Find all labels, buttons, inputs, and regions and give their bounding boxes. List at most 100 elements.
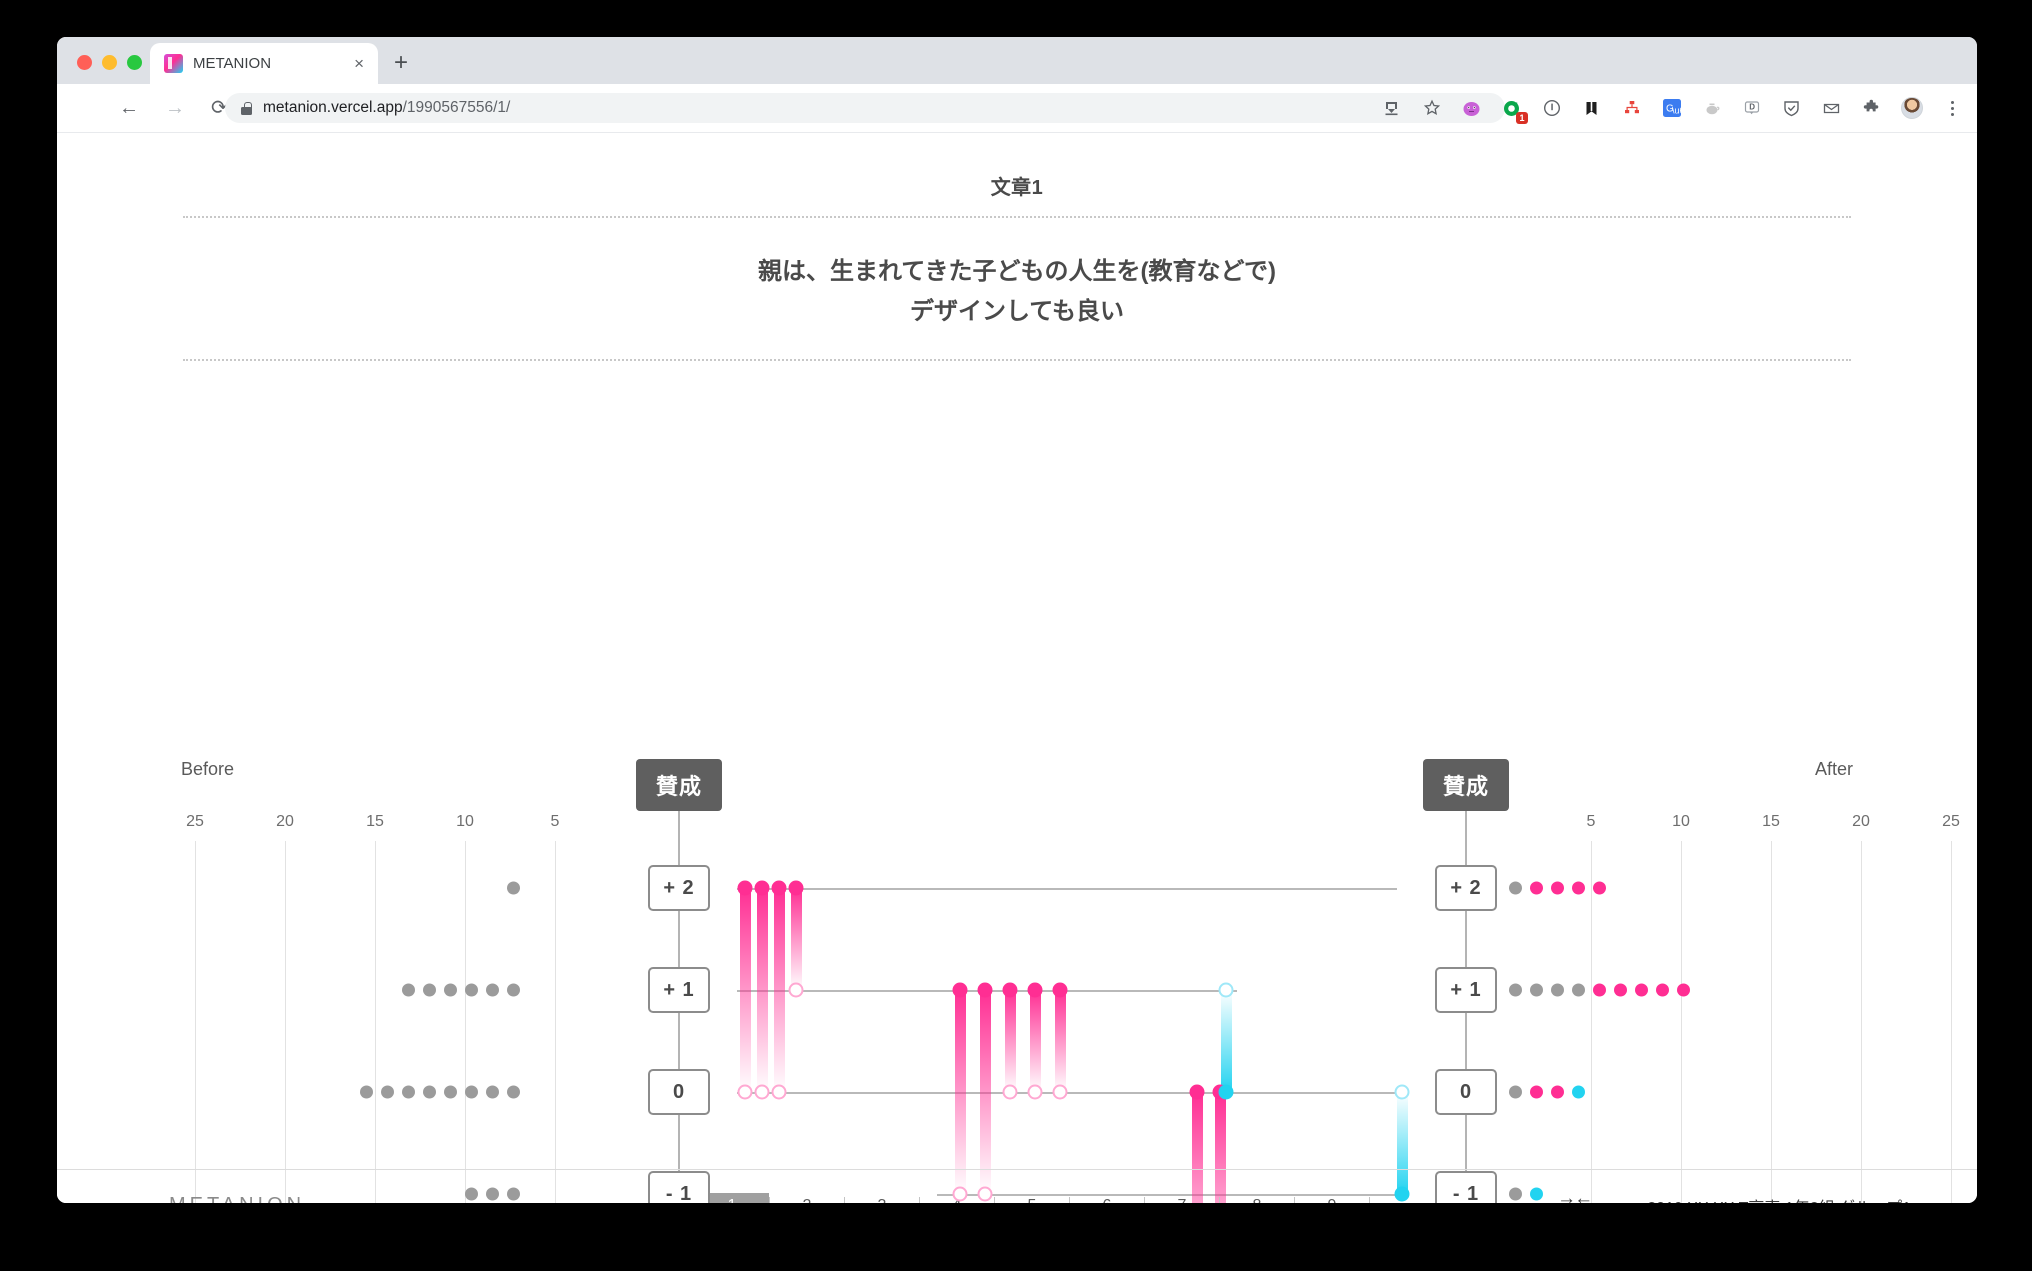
flow-origin [1394,1084,1410,1100]
dot [507,881,520,895]
dot [1551,1085,1564,1099]
dot [360,1085,373,1099]
gridline [375,841,376,1203]
puzzle-extension-icon[interactable] [1861,98,1882,119]
download-icon[interactable] [1381,98,1402,119]
right-level-zero: 0 [1435,1069,1497,1116]
opinion-shift-chart: Before After 25 20 15 10 5 5 10 15 20 25 [57,361,1977,1203]
page-button-3[interactable]: 3 [845,1193,919,1204]
left-level-zero: 0 [648,1069,710,1116]
axis-tick-right-20: 20 [1852,813,1870,831]
dot [381,1085,394,1099]
gridline [195,841,196,1203]
flow-endpoint [1027,982,1043,998]
page-button-8[interactable]: 8 [1220,1193,1294,1204]
close-button[interactable]: →← CLOSE [1553,1189,1595,1204]
pagination: 1 2 3 4 5 6 7 8 9 [695,1192,1370,1204]
browser-tab[interactable]: METANION × [150,43,378,84]
dot [1551,881,1564,895]
left-level-plus2: + 2 [648,865,710,912]
info-circle-icon[interactable] [1541,98,1562,119]
sitemap-icon[interactable] [1621,98,1642,119]
page-button-5[interactable]: 5 [995,1193,1069,1204]
dot [1635,983,1648,997]
dot [1593,881,1606,895]
flow-origin [1218,982,1234,998]
right-level-plus1: + 1 [1435,967,1497,1014]
flow-origin [977,1186,993,1202]
address-bar[interactable]: metanion.vercel.app/1990567556/1/ [225,93,1505,123]
footer-meta: 2019.XX.XX T高専 1年2組 グループ1 [1647,1194,1911,1204]
close-icon[interactable]: × [350,53,368,74]
before-dots-plus2 [507,881,520,895]
page-button-9[interactable]: 9 [1295,1193,1369,1204]
bookmark-star-icon[interactable] [1421,98,1442,119]
kebab-menu-icon[interactable] [1942,98,1963,119]
dot [1572,881,1585,895]
flow-ribbon-up [791,888,802,991]
page-button-6[interactable]: 6 [1070,1193,1144,1204]
statement-text: 親は、生まれてきた子どもの人生を(教育などで) デザインしても良い [57,252,1977,331]
flow-origin [754,1084,770,1100]
new-tab-button[interactable]: + [394,51,408,75]
right-cap-agree: 賛成 [1423,759,1509,812]
shield-check-icon[interactable] [1781,98,1802,119]
google-translate-icon[interactable]: G\u6587 [1661,98,1682,119]
dot [486,983,499,997]
dot [402,983,415,997]
axis-tick-right-10: 10 [1672,813,1690,831]
tab-strip: METANION × + [57,37,1977,84]
left-level-minus1: - 1 [648,1171,710,1203]
left-level-plus1: + 1 [648,967,710,1014]
flow-origin [788,982,804,998]
gridline [555,841,556,1203]
dot [1572,1085,1585,1099]
envelope-icon[interactable] [1821,98,1842,119]
letter-d-icon[interactable]: D [1741,98,1762,119]
back-arrow-icon[interactable]: ← [119,98,139,118]
row-line-zero [737,1092,1407,1095]
dot [1593,983,1606,997]
statement-line-2: デザインしても良い [909,297,1125,325]
flow-origin [771,1084,787,1100]
forward-arrow-icon[interactable]: → [165,98,185,118]
close-window-button[interactable] [77,55,92,70]
flow-origin [1027,1084,1043,1100]
minimize-window-button[interactable] [102,55,117,70]
flow-endpoint [754,880,770,896]
row-line-plus2 [737,888,1397,891]
window-controls [57,55,142,84]
statement-line-1: 親は、生まれてきた子どもの人生を(教育などで) [757,258,1277,285]
green-recorder-icon[interactable]: 1 [1501,98,1528,124]
profile-avatar-icon[interactable] [1901,97,1923,119]
dot [507,1085,520,1099]
dot [423,1085,436,1099]
left-cap-agree: 賛成 [636,759,722,812]
dot [1677,983,1690,997]
black-bookmark-icon[interactable] [1581,98,1602,119]
dot [507,983,520,997]
flow-endpoint [737,880,753,896]
svg-text:\u6587: \u6587 [1672,106,1681,116]
lock-icon [241,101,252,115]
dot [423,983,436,997]
flow-endpoint [1052,982,1068,998]
flow-endpoint [771,880,787,896]
right-level-plus2: + 2 [1435,865,1497,912]
gray-kettle-icon[interactable] [1701,98,1722,119]
maximize-window-button[interactable] [127,55,142,70]
dot [402,1085,415,1099]
before-dots-plus1 [402,983,520,997]
dot [465,1085,478,1099]
dot [444,1085,457,1099]
purple-monster-icon[interactable] [1461,98,1482,119]
page-button-2[interactable]: 2 [770,1193,844,1204]
axis-tick-left-10: 10 [456,813,474,831]
after-dots-plus2 [1509,881,1606,895]
flow-ribbon-up [1055,990,1066,1093]
page-button-7[interactable]: 7 [1145,1193,1219,1204]
flow-ribbon-up [1005,990,1016,1093]
url-path: /1990567556/1/ [402,99,511,116]
flow-endpoint [1189,1084,1205,1100]
footer-brand: METANION [169,1194,305,1203]
